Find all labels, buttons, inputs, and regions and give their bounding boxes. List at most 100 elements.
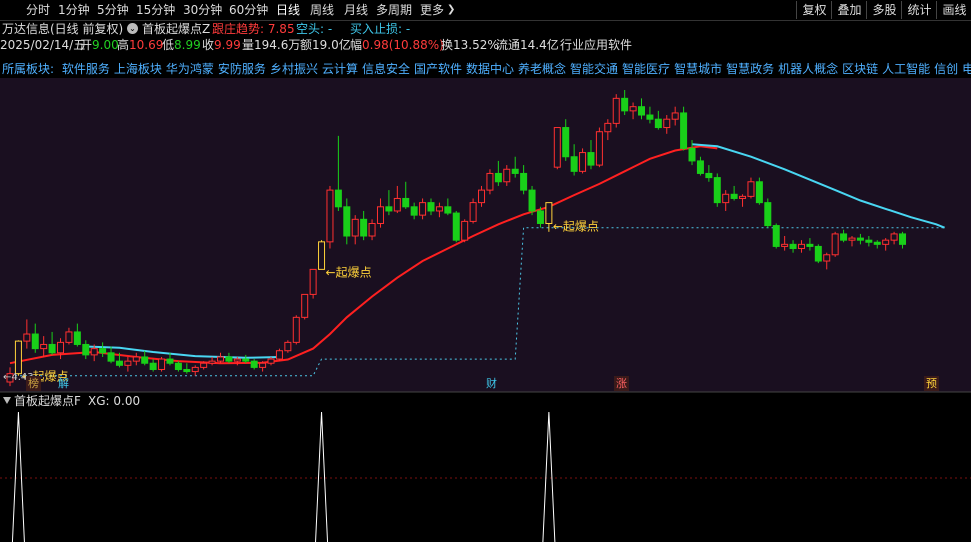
period-tab-10[interactable]: 更多 — [420, 2, 444, 18]
sector-item[interactable]: 智能医疗 — [622, 62, 670, 76]
candle-body — [814, 245, 822, 262]
toolbar-button-3[interactable]: 统计 — [901, 1, 937, 19]
amount-value: 19.0亿 — [312, 38, 351, 52]
candle[interactable] — [528, 185, 536, 216]
float-value: 14.4亿 — [520, 38, 559, 52]
candle[interactable] — [14, 340, 22, 376]
sector-item[interactable]: 信息安全 — [362, 62, 410, 76]
sector-item[interactable]: 电子身 — [962, 62, 971, 76]
candle-body — [730, 193, 738, 199]
sector-item[interactable]: 华为鸿蒙 — [166, 62, 214, 76]
sector-item[interactable]: 数据中心 — [466, 62, 514, 76]
small-triangle-icon[interactable] — [3, 397, 11, 404]
sector-item[interactable]: 软件服务 — [62, 62, 110, 76]
sector-item[interactable]: 机器人概念 — [778, 62, 838, 76]
event-marker[interactable]: 解 — [56, 376, 71, 391]
candle[interactable] — [595, 127, 603, 168]
chevron-right-icon[interactable]: ❯ — [447, 2, 455, 18]
candle-body — [452, 212, 460, 241]
sector-item[interactable]: 乡村振兴 — [270, 62, 318, 76]
candle[interactable] — [461, 219, 469, 243]
candle[interactable] — [292, 315, 300, 345]
change-label: 幅 — [350, 38, 363, 52]
candle[interactable] — [326, 185, 334, 249]
candle-body — [225, 356, 233, 362]
candle[interactable] — [301, 293, 309, 320]
turnover-label: 换 — [441, 38, 454, 52]
candle[interactable] — [309, 268, 317, 299]
candle-body — [595, 131, 603, 166]
candle[interactable] — [814, 244, 822, 264]
candle-body — [183, 368, 191, 373]
toolbar-button-0[interactable]: 复权 — [796, 1, 832, 19]
period-tab-1[interactable]: 1分钟 — [58, 2, 90, 18]
sector-item[interactable]: 智能交通 — [570, 62, 618, 76]
candle[interactable] — [275, 348, 283, 362]
event-marker[interactable]: 预 — [924, 376, 939, 391]
candle-body — [688, 147, 696, 162]
sector-item[interactable]: 安防服务 — [218, 62, 266, 76]
period-tab-6[interactable]: 日线 — [276, 2, 300, 18]
industry-value[interactable]: 行业应用软件 — [560, 37, 632, 53]
candle[interactable] — [772, 223, 780, 249]
period-toolbar: 分时 1分钟 5分钟 15分钟 30分钟 60分钟 日线 周线 月线 多周期 更多 ❯ 复权 叠加 多股 统计… — [0, 0, 971, 21]
period-tab-4[interactable]: 30分钟 — [183, 2, 222, 18]
sector-item[interactable]: 云计算 — [322, 62, 358, 76]
candle-body — [149, 362, 157, 370]
sector-item[interactable]: 智慧城市 — [674, 62, 722, 76]
toolbar-button-4[interactable]: 画线 — [936, 1, 971, 19]
period-tab-5[interactable]: 60分钟 — [229, 2, 268, 18]
toolbar-button-2[interactable]: 多股 — [866, 1, 902, 19]
candle[interactable] — [755, 177, 763, 205]
sector-item[interactable]: 人工智能 — [882, 62, 930, 76]
candle-body — [326, 189, 334, 243]
sector-item[interactable]: 信创 — [934, 62, 958, 76]
sector-item[interactable]: 智慧政务 — [726, 62, 774, 76]
sector-item[interactable]: 国产软件 — [414, 62, 462, 76]
event-marker[interactable]: 涨 — [614, 376, 629, 391]
candle-body — [696, 160, 704, 174]
period-tab-7[interactable]: 周线 — [310, 2, 334, 18]
candle-body — [638, 106, 645, 116]
period-tab-2[interactable]: 5分钟 — [97, 2, 129, 18]
event-marker[interactable]: 榜 — [26, 376, 41, 391]
candle-body — [318, 241, 326, 270]
volume-value: 194.6万 — [254, 38, 301, 52]
candle[interactable] — [318, 240, 326, 270]
lower-indicator-title[interactable]: 首板起爆点F — [14, 393, 81, 409]
candle-body — [82, 343, 90, 356]
period-tab-8[interactable]: 月线 — [344, 2, 368, 18]
candle-body — [899, 233, 907, 245]
candle-body — [503, 168, 511, 183]
candle[interactable] — [612, 94, 620, 128]
candle[interactable] — [158, 356, 166, 372]
circle-chevron-icon[interactable]: ⌄ — [127, 23, 138, 34]
candle[interactable] — [284, 340, 292, 353]
indicator-name[interactable]: 首板起爆点Z — [142, 21, 210, 37]
candle[interactable] — [764, 198, 772, 228]
candle[interactable] — [486, 169, 494, 195]
candle[interactable] — [553, 127, 561, 170]
sector-prefix: 所属板块: — [2, 62, 55, 76]
toolbar-button-1[interactable]: 叠加 — [831, 1, 867, 19]
period-tab-9[interactable]: 多周期 — [376, 2, 412, 18]
candle-body — [587, 152, 595, 166]
candle[interactable] — [831, 231, 839, 257]
candle[interactable] — [579, 148, 587, 174]
period-tab-3[interactable]: 15分钟 — [136, 2, 175, 18]
sector-item[interactable]: 养老概念 — [518, 62, 566, 76]
candle[interactable] — [452, 210, 460, 243]
candle[interactable] — [680, 106, 688, 151]
main-chart[interactable]: ←起爆点←起爆点←起爆点←4.43 — [0, 0, 971, 542]
period-tab-0[interactable]: 分时 — [26, 2, 50, 18]
candle-body — [781, 243, 789, 247]
candle-body — [520, 172, 528, 191]
candle[interactable] — [469, 198, 477, 224]
candle-body — [873, 241, 881, 245]
candle-body — [301, 293, 309, 318]
sector-item[interactable]: 区块链 — [842, 62, 878, 76]
stock-name: 万达信息(日线 前复权) — [2, 22, 124, 36]
candle[interactable] — [713, 173, 721, 207]
event-marker[interactable]: 财 — [484, 376, 499, 391]
sector-item[interactable]: 上海板块 — [114, 62, 162, 76]
